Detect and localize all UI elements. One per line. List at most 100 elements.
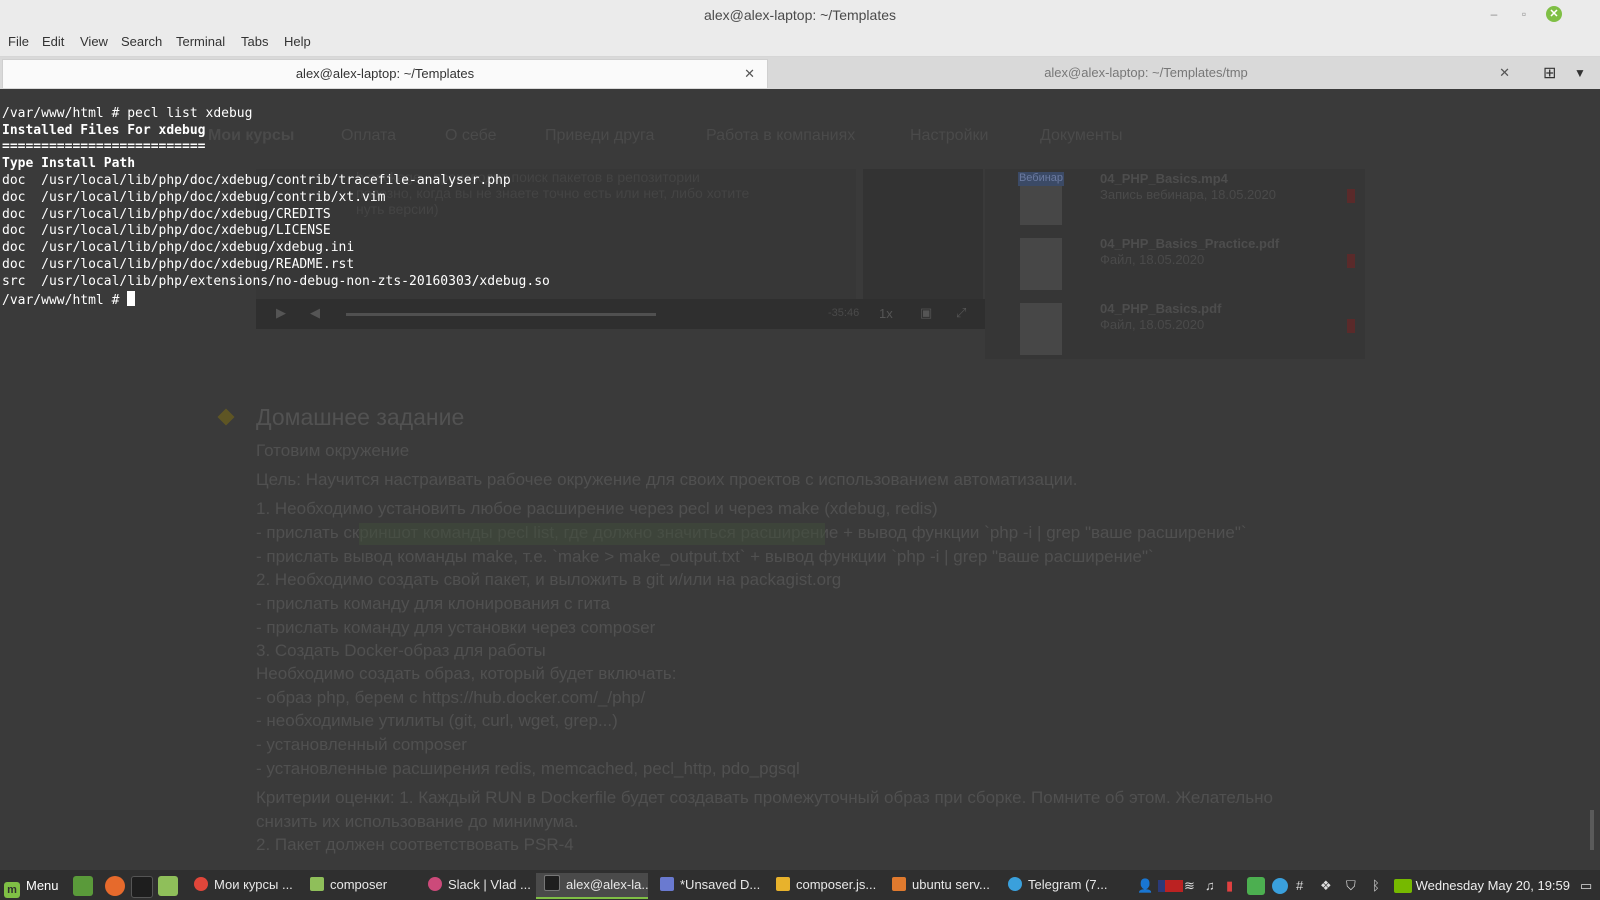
homework-goal: Цель: Научится настраивать рабочее окруж… xyxy=(256,470,1078,489)
task-courses[interactable]: Мои курсы ... xyxy=(186,873,298,897)
terminal-line: doc /usr/local/lib/php/doc/xdebug/contri… xyxy=(2,189,386,205)
file-thumb xyxy=(1020,238,1062,290)
homework-line: - установленный composer xyxy=(256,735,467,754)
keyboard-layout-flag-icon[interactable] xyxy=(1158,880,1183,892)
bluetooth-icon[interactable]: ᛒ xyxy=(1372,876,1380,896)
tabs-dropdown-icon[interactable]: ▼ xyxy=(1574,66,1586,80)
editor-icon xyxy=(776,877,790,891)
tab-close-icon[interactable]: ✕ xyxy=(1499,59,1510,87)
clock[interactable]: Wednesday May 20, 19:59 xyxy=(1416,875,1570,897)
nav-companies: Работа в компаниях xyxy=(706,127,856,144)
telegram-icon xyxy=(1008,877,1022,891)
video-time: -35:46 xyxy=(828,307,860,319)
tab-templates[interactable]: alex@alex-laptop: ~/Templates ✕ xyxy=(2,59,768,88)
new-tab-icon[interactable]: ⊞ xyxy=(1543,63,1556,83)
task-label: alex@alex-la... xyxy=(566,877,648,892)
file-name: 04_PHP_Basics.mp4 xyxy=(1100,171,1228,186)
wifi-icon[interactable]: ≋ xyxy=(1184,876,1195,896)
menu-terminal[interactable]: Terminal xyxy=(176,34,225,49)
background-slide-thumb xyxy=(863,169,983,299)
window-title: alex@alex-laptop: ~/Templates xyxy=(703,7,897,23)
terminal-line: doc /usr/local/lib/php/doc/xdebug/contri… xyxy=(2,172,511,188)
tab-close-icon[interactable]: ✕ xyxy=(744,60,755,88)
start-menu-button[interactable]: m Menu xyxy=(4,875,59,898)
task-label: Telegram (7... xyxy=(1028,877,1108,892)
files-launcher-icon[interactable] xyxy=(158,876,178,896)
text-highlight xyxy=(359,523,825,545)
maximize-icon[interactable]: ▫ xyxy=(1516,6,1532,22)
homework-line: - установленные расширения redis, memcac… xyxy=(256,759,800,778)
menu-search[interactable]: Search xyxy=(121,34,162,49)
notification-icon[interactable]: ▮ xyxy=(1226,876,1233,896)
task-unsaved-document[interactable]: *Unsaved D... xyxy=(652,873,764,897)
terminal-line: Installed Files For xdebug xyxy=(2,122,206,138)
task-slack[interactable]: Slack | Vlad ... xyxy=(420,873,532,897)
terminal-scrollbar[interactable] xyxy=(1590,810,1594,850)
user-icon[interactable]: 👤 xyxy=(1137,876,1153,896)
task-composer-json[interactable]: composer.js... xyxy=(768,873,880,897)
show-desktop-tray-icon[interactable]: ▭ xyxy=(1580,876,1592,896)
show-desktop-icon[interactable] xyxy=(73,876,93,896)
task-label: Slack | Vlad ... xyxy=(448,877,531,892)
tab-label: alex@alex-laptop: ~/Templates xyxy=(295,66,475,81)
homework-line: - образ php, берем с https://hub.docker.… xyxy=(256,688,646,707)
menu-tabs[interactable]: Tabs xyxy=(241,34,268,49)
fullscreen-icon: ⤢ xyxy=(956,305,967,320)
webinar-chip: Вебинар xyxy=(1018,172,1064,186)
file-meta: Файл, 18.05.2020 xyxy=(1100,317,1205,332)
slack-icon xyxy=(428,877,442,891)
task-label: *Unsaved D... xyxy=(680,877,761,892)
nav-documents: Документы xyxy=(1040,127,1123,144)
minimize-icon[interactable]: – xyxy=(1486,6,1502,22)
music-icon[interactable]: ♫ xyxy=(1205,876,1215,896)
pip-icon: ▣ xyxy=(920,305,933,320)
shield-icon[interactable]: ⛉ xyxy=(1346,876,1356,896)
task-composer-folder[interactable]: composer xyxy=(302,873,414,897)
nav-settings: Настройки xyxy=(910,127,989,144)
terminal-line: doc /usr/local/lib/php/doc/xdebug/README… xyxy=(2,256,355,272)
homework-criteria: 2. Пакет должен соответствовать PSR-4 xyxy=(256,835,574,854)
terminal-cursor xyxy=(127,290,136,306)
file-item: Вебинар 04_PHP_Basics.mp4 Запись вебинар… xyxy=(985,169,1365,229)
server-icon xyxy=(892,877,906,891)
terminal-line: src /usr/local/lib/php/extensions/no-deb… xyxy=(2,273,550,289)
homework-criteria: Критерии оценки: 1. Каждый RUN в Dockerf… xyxy=(256,788,1273,807)
bookmark-icon xyxy=(1347,254,1355,268)
slack-tray-icon[interactable]: # xyxy=(1296,876,1303,896)
file-name: 04_PHP_Basics_Practice.pdf xyxy=(1100,236,1280,251)
menu-edit[interactable]: Edit xyxy=(42,34,64,49)
video-speed: 1x xyxy=(879,306,893,321)
menu-file[interactable]: File xyxy=(8,34,29,49)
terminal-area[interactable]: Мои курсы Оплата О себе Приведи друга Ра… xyxy=(0,89,1600,870)
file-item: 04_PHP_Basics_Practice.pdf Файл, 18.05.2… xyxy=(985,234,1365,294)
task-ubuntu-server[interactable]: ubuntu serv... xyxy=(884,873,996,897)
homework-line: - необходимые утилиты (git, curl, wget, … xyxy=(256,711,618,730)
tab-label: alex@alex-laptop: ~/Templates/tmp xyxy=(1044,65,1248,80)
terminal-line: /var/www/html # pecl list xdebug xyxy=(2,105,253,121)
homework-criteria: снизить их использование до минимума. xyxy=(256,812,579,831)
homework-line: 1. Необходимо установить любое расширени… xyxy=(256,499,938,518)
tab-bar: alex@alex-laptop: ~/Templates ✕ alex@ale… xyxy=(0,57,1600,89)
close-icon[interactable]: ✕ xyxy=(1546,6,1562,22)
nvidia-icon[interactable] xyxy=(1394,879,1412,893)
file-meta: Запись вебинара, 18.05.2020 xyxy=(1100,187,1276,202)
terminal-launcher-icon[interactable] xyxy=(131,876,153,898)
terminal-line: Type Install Path xyxy=(2,156,136,172)
taskbar: m Menu Мои курсы ... composer Slack | Vla… xyxy=(0,870,1600,900)
homework-subtitle: Готовим окружение xyxy=(256,441,410,460)
terminal-prompt-line[interactable]: /var/www/html # xyxy=(2,290,550,310)
terminal-output: /var/www/html # pecl list xdebug Installe… xyxy=(2,89,550,343)
menu-help[interactable]: Help xyxy=(284,34,311,49)
terminal-icon xyxy=(544,875,560,891)
tab-templates-tmp[interactable]: alex@alex-laptop: ~/Templates/tmp ✕ xyxy=(770,59,1522,87)
update-manager-icon[interactable] xyxy=(1247,877,1265,895)
task-label: ubuntu serv... xyxy=(912,877,990,892)
firefox-icon[interactable] xyxy=(105,876,125,896)
file-item: 04_PHP_Basics.pdf Файл, 18.05.2020 xyxy=(985,299,1365,359)
task-terminal[interactable]: alex@alex-la... xyxy=(536,873,648,899)
task-telegram[interactable]: Telegram (7... xyxy=(1000,873,1112,897)
dropbox-icon[interactable]: ❖ xyxy=(1320,876,1332,896)
menu-view[interactable]: View xyxy=(80,34,108,49)
telegram-tray-icon[interactable] xyxy=(1272,878,1288,894)
bookmark-icon xyxy=(1347,189,1355,203)
